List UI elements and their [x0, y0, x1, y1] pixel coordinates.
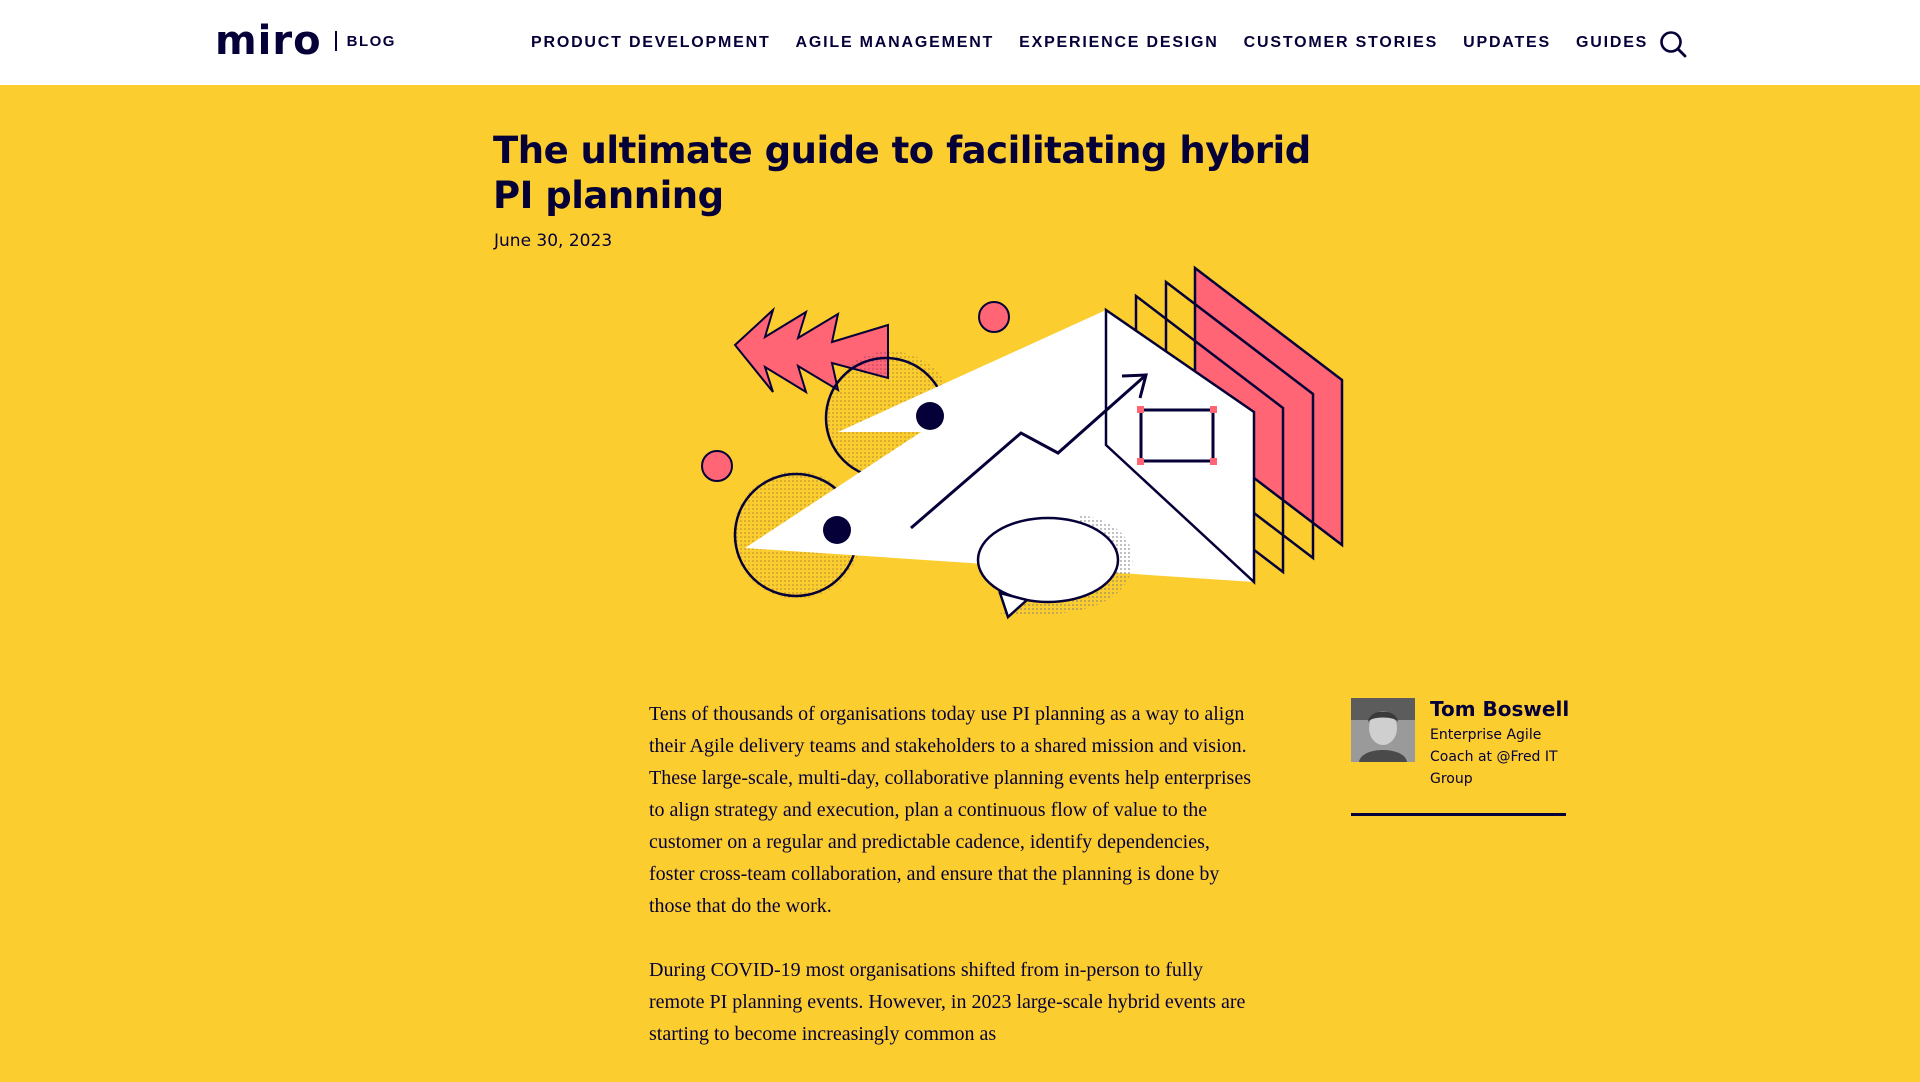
author-name[interactable]: Tom Boswell — [1430, 697, 1569, 721]
nav-product-development[interactable]: PRODUCT DEVELOPMENT — [531, 34, 771, 52]
nav-customer-stories[interactable]: CUSTOMER STORIES — [1244, 34, 1438, 52]
hero-illustration — [690, 255, 1360, 635]
nav-guides[interactable]: GUIDES — [1576, 34, 1648, 52]
article-title: The ultimate guide to facilitating hybri… — [493, 129, 1311, 217]
article-paragraph: During COVID-19 most organisations shift… — [649, 959, 1246, 1045]
main-nav: PRODUCT DEVELOPMENT AGILE MANAGEMENT EXP… — [531, 0, 1673, 85]
search-icon[interactable] — [1658, 29, 1688, 59]
hybrid-planning-illustration — [701, 265, 1344, 620]
author-role: Enterprise Agile Coach at @Fred IT Group — [1430, 727, 1558, 787]
article-body: Tens of thousands of organisations today… — [649, 698, 1259, 1082]
article-paragraph: Tens of thousands of organisations today… — [649, 703, 1252, 917]
article-date: June 30, 2023 — [494, 231, 613, 251]
nav-updates[interactable]: UPDATES — [1463, 34, 1551, 52]
author-divider — [1351, 813, 1566, 816]
top-navigation-bar: miro BLOG PRODUCT DEVELOPMENT AGILE MANA… — [0, 0, 1920, 85]
logo-divider — [334, 31, 337, 51]
nav-experience-design[interactable]: EXPERIENCE DESIGN — [1019, 34, 1219, 52]
nav-agile-management[interactable]: AGILE MANAGEMENT — [796, 34, 995, 52]
miro-blog-logo[interactable]: miro BLOG — [215, 18, 396, 64]
author-avatar[interactable] — [1351, 698, 1415, 762]
logo-blog-label: BLOG — [346, 32, 396, 50]
logo-wordmark: miro — [215, 18, 322, 64]
